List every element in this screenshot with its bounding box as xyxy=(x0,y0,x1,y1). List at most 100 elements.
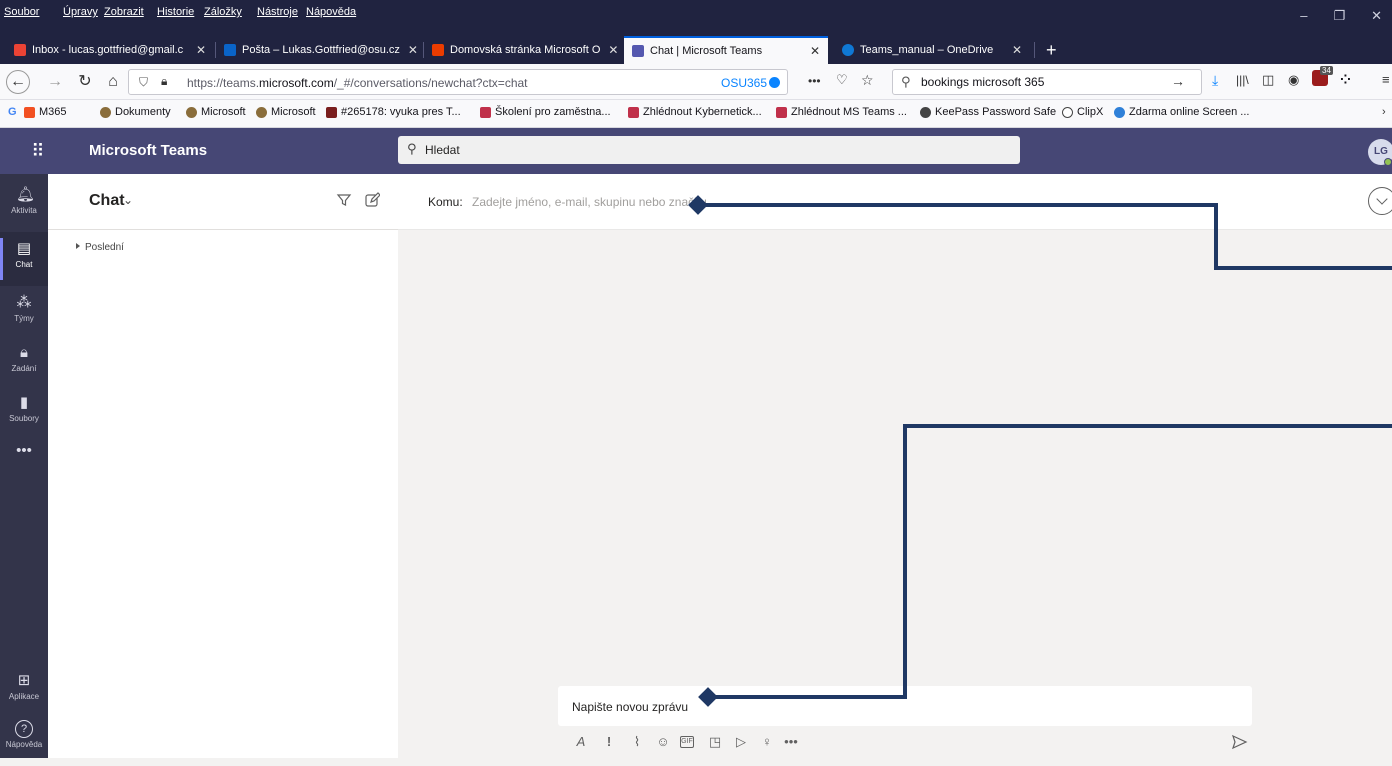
bookmark-item[interactable]: M365 xyxy=(24,106,67,118)
menu-napoveda[interactable]: Nápověda xyxy=(306,6,356,18)
tab-office[interactable]: Domovská stránka Microsoft O ✕ xyxy=(424,36,620,64)
minimize-icon[interactable]: – xyxy=(1300,8,1307,24)
bookmarks-overflow-icon[interactable]: › xyxy=(1382,106,1386,118)
menu-soubor[interactable]: Soubor xyxy=(4,6,39,18)
filter-icon[interactable] xyxy=(336,192,352,208)
account-icon[interactable]: ◉ xyxy=(1288,72,1299,88)
tab-teams-chat[interactable]: Chat | Microsoft Teams ✕ xyxy=(624,36,828,64)
bookmark-star-icon[interactable]: ☆ xyxy=(861,72,874,89)
close-tab-icon[interactable]: ✕ xyxy=(600,43,618,57)
new-tab-icon[interactable]: + xyxy=(1038,36,1066,64)
rail-item-tymy[interactable]: ⁂ Týmy xyxy=(0,286,48,340)
bookmark-label: Školení pro zaměstna... xyxy=(495,106,611,118)
tab-onedrive[interactable]: Teams_manual – OneDrive ✕ xyxy=(834,36,1030,64)
new-chat-pane: Komu: A ! ⌇ ☺ GIF ◳ ▷ ♀ ••• xyxy=(398,174,1392,758)
more-options-icon[interactable]: ••• xyxy=(782,733,800,751)
tab-gmail[interactable]: Inbox - lucas.gottfried@gmail.c ✕ xyxy=(6,36,214,64)
new-chat-icon[interactable] xyxy=(364,192,380,208)
tab-posta[interactable]: Pošta – Lukas.Gottfried@osu.cz ✕ xyxy=(216,36,420,64)
menu-zalozky[interactable]: Záložky xyxy=(204,6,242,18)
bookmark-item[interactable]: #265178: vyuka pres T... xyxy=(326,106,461,118)
teams-search-box[interactable]: ⚲ Hledat xyxy=(398,136,1020,164)
close-window-icon[interactable]: ✕ xyxy=(1371,8,1382,24)
compose-box[interactable] xyxy=(558,686,1252,726)
bookmark-item[interactable]: Zhlédnout MS Teams ... xyxy=(776,106,907,118)
close-tab-icon[interactable]: ✕ xyxy=(188,43,206,57)
bookmark-label: ClipX xyxy=(1077,106,1104,118)
meet-now-icon[interactable]: ▷ xyxy=(732,733,750,751)
bookmark-item[interactable]: KeePass Password Safe xyxy=(920,106,1056,118)
menu-upravy[interactable]: Úpravy xyxy=(63,6,98,18)
praise-icon[interactable]: ♀ xyxy=(758,733,776,751)
search-go-icon[interactable]: → xyxy=(1171,73,1185,89)
office-icon xyxy=(432,44,444,56)
tab-label: Teams_manual – OneDrive xyxy=(860,44,994,56)
gif-icon[interactable]: GIF xyxy=(680,736,694,748)
close-tab-icon[interactable]: ✕ xyxy=(1004,43,1022,57)
web-search-field[interactable]: ⚲ bookings microsoft 365 → xyxy=(892,69,1202,95)
rail-item-soubory[interactable]: ▮ Soubory xyxy=(0,386,48,440)
back-icon[interactable]: ← xyxy=(6,70,30,94)
search-icon: ⚲ xyxy=(407,141,417,156)
tab-strip: Inbox - lucas.gottfried@gmail.c ✕ Pošta … xyxy=(0,36,1392,64)
rail-item-chat[interactable]: ▤ Chat xyxy=(0,232,48,286)
stream-icon xyxy=(628,106,639,118)
send-icon[interactable] xyxy=(1230,733,1248,751)
tracking-shield-icon[interactable]: ⛉ xyxy=(139,75,148,90)
tab-label: Inbox - lucas.gottfried@gmail.c xyxy=(32,44,184,56)
chat-list-title[interactable]: Chat xyxy=(89,192,125,210)
close-tab-icon[interactable]: ✕ xyxy=(400,43,418,57)
sidebar-icon[interactable]: ◫ xyxy=(1262,72,1274,88)
recent-section[interactable]: Poslední xyxy=(48,230,398,758)
bookmark-item[interactable]: Microsoft xyxy=(186,106,246,118)
bookmark-item[interactable]: Školení pro zaměstna... xyxy=(480,106,611,118)
stream-icon xyxy=(776,106,787,118)
forward-icon[interactable]: → xyxy=(44,71,66,93)
app-title: Microsoft Teams xyxy=(89,142,208,159)
url-bar[interactable]: ⛉ 🔒︎ https://teams.microsoft.com/_#/conv… xyxy=(128,69,788,95)
attach-icon[interactable]: ⌇ xyxy=(628,733,646,751)
home-icon[interactable]: ⌂ xyxy=(102,71,124,93)
bookmark-item[interactable]: Zdarma online Screen ... xyxy=(1114,106,1249,118)
rail-item-zadani[interactable]: 🔒︎ Zadání xyxy=(0,336,48,390)
message-input[interactable] xyxy=(572,696,1232,718)
app-launcher-icon[interactable]: ⠿ xyxy=(0,128,76,174)
bookmark-label: #265178: vyuka pres T... xyxy=(341,106,461,118)
restore-icon[interactable]: ❐ xyxy=(1333,8,1345,24)
library-icon[interactable]: |||\ xyxy=(1236,73,1249,87)
bookmarks-toolbar: G M365 Dokumenty Microsoft Microsoft #26… xyxy=(0,100,1392,128)
recipient-input[interactable] xyxy=(472,190,972,214)
chevron-down-icon[interactable]: ⌄ xyxy=(123,193,133,207)
format-icon[interactable]: A xyxy=(572,733,590,751)
emoji-icon[interactable]: ☺ xyxy=(654,733,672,751)
rail-item-more[interactable]: ••• xyxy=(0,434,48,488)
rail-item-aplikace[interactable]: ⊞ Aplikace xyxy=(0,664,48,718)
bookmark-item[interactable]: ClipX xyxy=(1062,106,1103,118)
rail-item-aktivita[interactable]: 🔔︎ Aktivita xyxy=(0,178,48,232)
close-tab-icon[interactable]: ✕ xyxy=(802,44,820,58)
menu-zobrazit[interactable]: Zobrazit xyxy=(104,6,144,18)
expand-chevron-icon[interactable] xyxy=(1368,187,1392,215)
recipient-bar: Komu: xyxy=(398,174,1392,230)
to-label: Komu: xyxy=(428,195,463,209)
menu-icon[interactable]: ≡ xyxy=(1382,72,1390,87)
bookmark-item[interactable]: Zhlédnout Kybernetick... xyxy=(628,106,762,118)
download-icon[interactable]: ⤓ xyxy=(1212,72,1218,89)
bookmark-item[interactable]: Dokumenty xyxy=(100,106,171,118)
sticker-icon[interactable]: ◳ xyxy=(706,733,724,751)
bookmark-item[interactable]: Microsoft xyxy=(256,106,316,118)
menu-nastroje[interactable]: Nástroje xyxy=(257,6,298,18)
caret-right-icon[interactable] xyxy=(76,243,80,249)
important-icon[interactable]: ! xyxy=(600,733,618,751)
google-icon[interactable]: G xyxy=(8,106,17,118)
extensions-icon[interactable]: ⁘ xyxy=(1340,72,1351,88)
menu-historie[interactable]: Historie xyxy=(157,6,194,18)
chat-icon: ▤ xyxy=(16,240,32,257)
reload-icon[interactable]: ↻ xyxy=(74,71,96,93)
assignments-icon: 🔒︎ xyxy=(20,344,28,361)
container-label[interactable]: OSU365 xyxy=(721,76,767,90)
page-actions-icon[interactable]: ••• xyxy=(808,74,821,88)
pocket-icon[interactable]: ♡ xyxy=(836,72,848,88)
rail-label: Chat xyxy=(15,260,33,269)
lock-icon[interactable]: 🔒︎ xyxy=(161,74,167,89)
